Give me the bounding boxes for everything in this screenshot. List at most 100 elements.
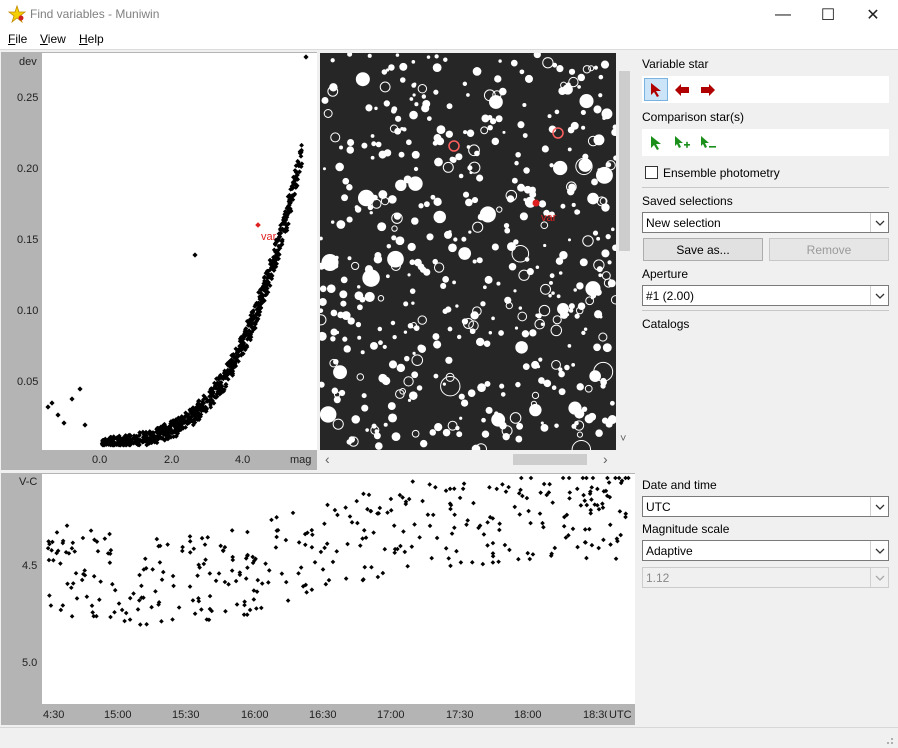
star (471, 196, 479, 204)
minimize-icon: — (775, 5, 791, 23)
light-curve-point (355, 520, 360, 526)
star (489, 118, 497, 125)
star (580, 109, 586, 116)
light-curve-point (517, 512, 523, 517)
star (375, 141, 382, 148)
light-curve-point (377, 505, 383, 511)
scale-value-dropdown[interactable]: 1.12 (642, 567, 889, 588)
star (407, 398, 412, 402)
vertical-scroll-thumb[interactable] (619, 71, 630, 251)
next-variable-button[interactable] (696, 78, 720, 101)
star (591, 178, 598, 186)
aperture-dropdown[interactable]: #1 (2.00) (642, 285, 889, 306)
save-as-button[interactable]: Save as... (643, 238, 763, 261)
star (406, 139, 412, 146)
ensemble-photometry-checkbox[interactable] (645, 166, 658, 179)
star (519, 69, 525, 75)
scroll-right-icon[interactable]: › (603, 451, 608, 467)
light-curve-point (171, 583, 176, 589)
mag-dev-plot-area[interactable]: var (42, 53, 317, 450)
resize-grip-icon[interactable] (884, 735, 894, 745)
star (447, 326, 453, 332)
saved-selections-dropdown[interactable]: New selection (642, 212, 889, 233)
light-curve-point (425, 512, 431, 518)
star (377, 326, 383, 332)
star (371, 141, 377, 147)
star (488, 331, 493, 335)
menu-help[interactable]: Help (79, 32, 104, 46)
star (598, 93, 603, 98)
add-comparison-button[interactable] (670, 131, 694, 154)
star (442, 276, 449, 283)
star (514, 160, 519, 166)
select-comparison-button[interactable] (644, 131, 668, 154)
image-vertical-scrollbar[interactable]: ˅ (616, 53, 633, 450)
separator (642, 187, 889, 188)
date-time-dropdown[interactable]: UTC (642, 496, 889, 517)
light-curve-point (112, 587, 118, 593)
magnitude-scale-dropdown[interactable]: Adaptive (642, 540, 889, 561)
light-curve-point (420, 498, 425, 504)
scroll-down-icon[interactable]: ˅ (620, 433, 626, 445)
star (503, 223, 510, 229)
status-bar (0, 727, 898, 748)
close-icon: ✕ (866, 6, 880, 24)
chevron-down-icon (870, 541, 888, 560)
star (483, 340, 491, 347)
light-curve-point (180, 548, 185, 554)
star (462, 191, 470, 198)
star (567, 344, 572, 348)
light-curve-point (410, 479, 416, 484)
light-curve-point (541, 524, 546, 530)
star (556, 294, 561, 299)
star (433, 210, 446, 224)
light-curve-point (46, 557, 52, 563)
light-curve-point (116, 601, 122, 606)
scroll-left-icon[interactable]: ‹ (325, 451, 330, 467)
star (456, 431, 463, 438)
star-field-canvas[interactable]: var (320, 53, 616, 450)
menu-file[interactable]: File (8, 32, 27, 46)
light-curve-point (142, 556, 148, 562)
image-horizontal-scrollbar[interactable]: ‹ › (320, 451, 616, 468)
mag-dev-y-title: dev (19, 56, 37, 68)
menu-view[interactable]: View (40, 32, 66, 46)
light-curve-point (613, 556, 619, 562)
minimize-button[interactable]: — (760, 0, 806, 29)
previous-variable-button[interactable] (670, 78, 694, 101)
mag-dev-scatter-plot[interactable]: var (42, 53, 317, 450)
star (522, 102, 527, 108)
star (556, 65, 564, 73)
mag-dev-point (55, 412, 61, 418)
star (453, 237, 458, 242)
close-button[interactable]: ✕ (850, 0, 896, 29)
star (495, 115, 503, 123)
remove-button[interactable]: Remove (769, 238, 889, 261)
light-curve-point (528, 520, 533, 526)
light-curve-point (68, 585, 74, 591)
star (593, 65, 598, 70)
select-variable-button[interactable] (644, 78, 668, 101)
var-star-point (255, 222, 261, 228)
light-curve-point (234, 602, 240, 607)
star (411, 150, 420, 159)
star (443, 57, 448, 62)
light-curve-x-tick: 17:30 (446, 709, 474, 721)
light-curve-point (323, 581, 329, 587)
star (543, 243, 547, 248)
horizontal-scroll-thumb[interactable] (513, 454, 587, 465)
light-curve-plot-area[interactable] (42, 474, 635, 704)
light-curve-point (73, 570, 79, 576)
mag-dev-x-tick: 4.0 (235, 454, 251, 466)
star-field-image[interactable]: var (320, 53, 616, 450)
maximize-button[interactable]: ☐ (805, 0, 851, 29)
star (394, 127, 402, 135)
star (611, 227, 615, 232)
star (593, 343, 601, 352)
star (581, 125, 586, 130)
light-curve-plot[interactable] (42, 474, 635, 704)
star (377, 222, 387, 232)
light-curve-x-tick: 16:00 (241, 709, 269, 721)
star (567, 126, 575, 134)
remove-comparison-button[interactable] (696, 131, 720, 154)
